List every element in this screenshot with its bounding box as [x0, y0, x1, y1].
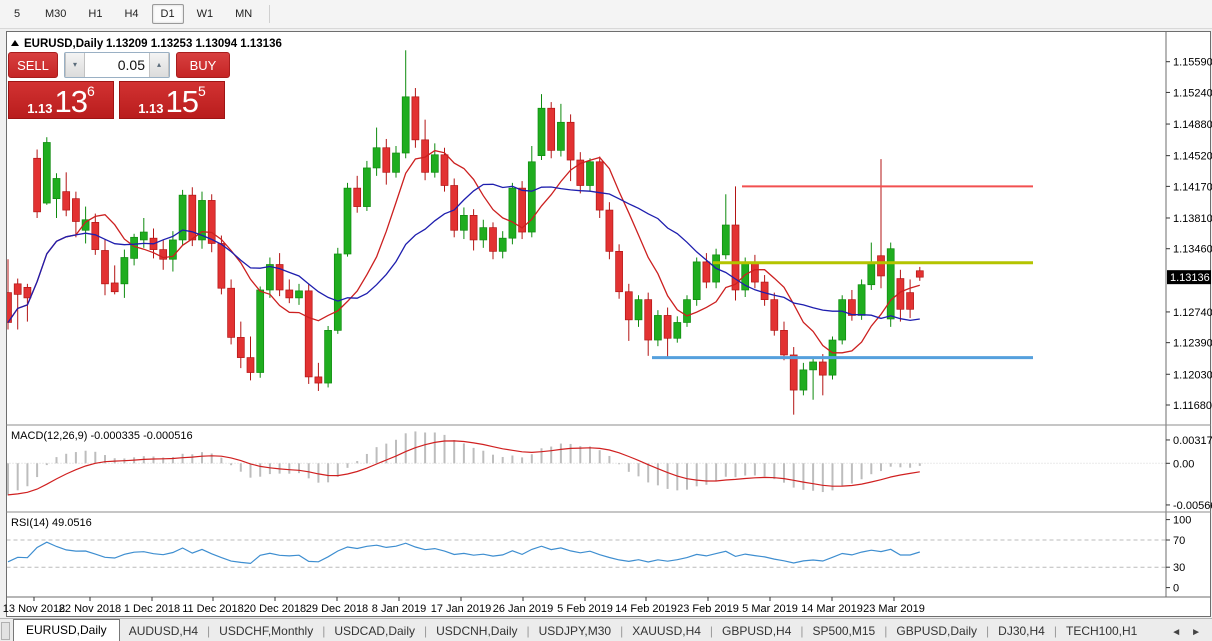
price-tick-label: 1.14520	[1173, 151, 1212, 163]
chart-ohlc-values: 1.13209 1.13253 1.13094 1.13136	[106, 38, 282, 50]
price-tick-label: 1.15240	[1173, 87, 1212, 99]
rsi-tick-label: 30	[1173, 562, 1185, 574]
date-label: 14 Mar 2019	[801, 603, 863, 615]
price-tick-label: 1.12740	[1173, 307, 1212, 319]
date-label: 14 Feb 2019	[615, 603, 677, 615]
chart-tab-USDJPY-M30[interactable]: USDJPY,M30	[530, 621, 620, 641]
chart-title: EURUSD,Daily	[24, 38, 104, 50]
timeframe-button-M30[interactable]: M30	[36, 4, 75, 24]
buy-price-small: 1.13	[138, 101, 163, 116]
chart-tab-GBPUSD-H4[interactable]: GBPUSD,H4	[713, 621, 800, 641]
chart-tab-EURUSD-Daily[interactable]: EURUSD,Daily	[13, 619, 120, 641]
buy-price-box[interactable]: 1.13 15 5	[119, 81, 225, 119]
price-tick-label: 1.12390	[1173, 338, 1212, 350]
price-tick-label: 1.15590	[1173, 57, 1212, 69]
tab-scroll-stub[interactable]	[1, 622, 10, 640]
volume-decrease-icon[interactable]: ▾	[65, 53, 85, 77]
rsi-tick-label: 0	[1173, 583, 1179, 595]
date-label: 20 Dec 2018	[244, 603, 306, 615]
chart-tab-USDCAD-Daily[interactable]: USDCAD,Daily	[325, 621, 424, 641]
volume-input[interactable]	[85, 53, 149, 77]
rsi-tick-label: 100	[1173, 515, 1191, 527]
date-label: 29 Dec 2018	[306, 603, 368, 615]
chart-window-frame	[7, 32, 1211, 617]
timeframe-toolbar: 5M30H1H4D1W1MN	[0, 0, 1212, 29]
chart-tab-DJ30-H4[interactable]: DJ30,H4	[989, 621, 1054, 641]
date-label: 8 Jan 2019	[372, 603, 426, 615]
timeframe-button-W1[interactable]: W1	[188, 4, 223, 24]
toolbar-separator	[269, 5, 270, 23]
price-tick-label: 1.14170	[1173, 181, 1212, 193]
date-label: 13 Nov 2018	[3, 603, 65, 615]
price-tick-label: 1.12030	[1173, 369, 1212, 381]
chart-tab-bar: EURUSD,DailyAUDUSD,H4|USDCHF,Monthly|USD…	[0, 618, 1212, 641]
date-label: 23 Feb 2019	[677, 603, 739, 615]
sell-price-big: 13	[55, 87, 87, 116]
price-tick-label: 1.13460	[1173, 244, 1212, 256]
tab-scroll-left-icon[interactable]: ◄	[1166, 627, 1186, 638]
chart-tab-TECH100-H1[interactable]: TECH100,H1	[1057, 621, 1146, 641]
price-tick-label: 1.13810	[1173, 213, 1212, 225]
macd-tick-label: 0.00	[1173, 458, 1194, 470]
sell-price-box[interactable]: 1.13 13 6	[8, 81, 114, 119]
tabs-holder: EURUSD,DailyAUDUSD,H4|USDCHF,Monthly|USD…	[13, 619, 1146, 641]
one-click-trade-panel: SELL ▾ ▴ BUY 1.13 13 6 1.13 15 5	[8, 52, 230, 119]
rsi-tick-label: 70	[1173, 535, 1185, 547]
tab-scroll-right-icon[interactable]: ►	[1186, 627, 1206, 638]
timeframe-button-H1[interactable]: H1	[79, 4, 111, 24]
date-label: 26 Jan 2019	[493, 603, 554, 615]
date-label: 17 Jan 2019	[431, 603, 492, 615]
price-tick-label: 1.11680	[1173, 400, 1212, 412]
date-label: 5 Feb 2019	[557, 603, 613, 615]
price-tick-label: 1.14880	[1173, 119, 1212, 131]
date-label: 5 Mar 2019	[742, 603, 798, 615]
current-price-tag-label: 1.13136	[1170, 272, 1210, 284]
buy-button[interactable]: BUY	[176, 52, 230, 78]
chart-tab-AUDUSD-H4[interactable]: AUDUSD,H4	[120, 621, 207, 641]
rsi-indicator-label: RSI(14) 49.0516	[11, 517, 92, 529]
chart-tab-USDCHF-Monthly[interactable]: USDCHF,Monthly	[210, 621, 322, 641]
chart-tab-USDCNH-Daily[interactable]: USDCNH,Daily	[427, 621, 526, 641]
macd-tick-label: -0.005667	[1173, 500, 1212, 512]
chart-tab-GBPUSD-Daily[interactable]: GBPUSD,Daily	[887, 621, 986, 641]
date-label: 11 Dec 2018	[182, 603, 244, 615]
sell-price-pip: 6	[87, 85, 95, 97]
timeframe-button-D1[interactable]: D1	[152, 4, 184, 24]
trading-platform-window: 5M30H1H4D1W1MN 1.155901.152401.148801.14…	[0, 0, 1212, 641]
volume-stepper: ▾ ▴	[64, 52, 170, 78]
date-label: 22 Nov 2018	[59, 603, 121, 615]
timeframe-button-H4[interactable]: H4	[115, 4, 147, 24]
tab-arrows: ◄ ►	[1166, 627, 1212, 641]
sell-button[interactable]: SELL	[8, 52, 58, 78]
date-label: 23 Mar 2019	[863, 603, 925, 615]
buy-price-big: 15	[166, 87, 198, 116]
buy-price-pip: 5	[198, 85, 206, 97]
timeframe-button-MN[interactable]: MN	[226, 4, 261, 24]
macd-tick-label: 0.003177	[1173, 435, 1212, 447]
chart-tab-SP500-M15[interactable]: SP500,M15	[804, 621, 885, 641]
timeframe-button-5[interactable]: 5	[2, 4, 32, 24]
chart-tab-XAUUSD-H4[interactable]: XAUUSD,H4	[623, 621, 710, 641]
date-label: 1 Dec 2018	[124, 603, 180, 615]
volume-increase-icon[interactable]: ▴	[149, 53, 169, 77]
sell-price-small: 1.13	[27, 101, 52, 116]
macd-indicator-label: MACD(12,26,9) -0.000335 -0.000516	[11, 430, 193, 442]
